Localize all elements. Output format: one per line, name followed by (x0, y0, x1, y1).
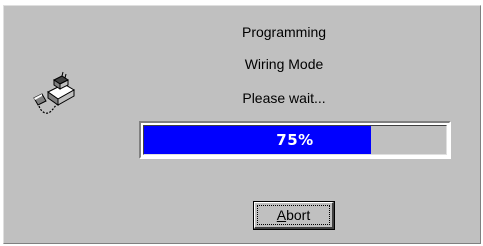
programming-dialog: Programming Wiring Mode Please wait... 7… (3, 5, 481, 244)
abort-button-label: Abort (277, 207, 310, 223)
abort-label-rest: bort (286, 207, 311, 223)
wait-message: Please wait... (242, 90, 326, 106)
progress-track: 75% (143, 125, 447, 155)
progress-percent-label: 75% (276, 131, 314, 149)
status-title: Programming (241, 24, 327, 40)
programming-device-icon (30, 68, 80, 118)
abort-button[interactable]: Abort (253, 201, 335, 230)
abort-mnemonic: A (276, 207, 287, 223)
abort-button-focus: Abort (257, 205, 330, 225)
progress-bar: 75% (139, 121, 451, 159)
mode-label: Wiring Mode (244, 56, 324, 72)
